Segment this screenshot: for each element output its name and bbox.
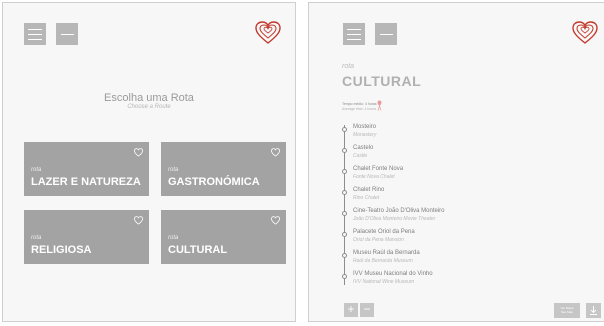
menu-button[interactable] — [343, 23, 365, 45]
stop-marker — [342, 211, 347, 216]
list-item[interactable]: Museu Raúl da Bernarda Raúl da Bernarda … — [342, 250, 602, 272]
route-tile-gastronomy[interactable]: rota GASTRONÓMICA — [161, 142, 286, 196]
choose-route-subheading: Choose a Route — [127, 104, 171, 110]
stop-name: Chalet Fonte Nova — [353, 166, 404, 172]
route-prefix: rota — [342, 63, 355, 70]
route-name: RELIGIOSA — [31, 244, 92, 256]
stop-marker — [342, 190, 347, 195]
stop-name: Palacete Oriol da Pena — [353, 229, 415, 235]
heart-logo-icon — [572, 21, 598, 44]
stop-name-en: Oriol da Pena Mansion — [353, 237, 404, 243]
stop-marker — [342, 253, 347, 258]
list-item[interactable]: Mosteiro Monastery — [342, 124, 602, 146]
route-selection-screen: Escolha uma Rota Choose a Route rota LAZ… — [2, 2, 296, 322]
stop-name: Museu Raúl da Bernarda — [353, 250, 420, 256]
route-name: LAZER E NATUREZA — [31, 176, 141, 188]
list-item[interactable]: Cine-Teatro João D'Oliva Monteiro João D… — [342, 208, 602, 230]
list-item[interactable]: IVV Museu Nacional do Vinho IVV National… — [342, 271, 602, 293]
stop-name-en: Castle — [353, 153, 368, 159]
stop-name-en: Rino Chalet — [353, 195, 380, 201]
back-button[interactable] — [375, 23, 397, 45]
stop-marker — [342, 169, 347, 174]
see-map-button[interactable]: Ver Mapa See Map — [554, 303, 580, 318]
stop-name: Chalet Rino — [353, 187, 385, 193]
download-icon — [590, 306, 597, 315]
stop-name: Castelo — [353, 145, 374, 151]
average-time: Tempo médio: 4 horas — [342, 102, 377, 106]
route-detail-screen: rota CULTURAL Tempo médio: 4 horas Avera… — [308, 2, 604, 322]
stop-name-en: Monastery — [353, 132, 377, 138]
stop-name-en: João D'Oliva Monteiro Movie Theater — [353, 216, 436, 222]
heart-small-icon — [271, 216, 280, 225]
stop-marker — [342, 274, 347, 279]
list-item[interactable]: Chalet Fonte Nova Fonte Nova Chalet — [342, 166, 602, 188]
route-title: CULTURAL — [342, 73, 422, 89]
route-prefix: rota — [31, 167, 42, 173]
stop-name: Mosteiro — [353, 124, 377, 130]
stop-name: Cine-Teatro João D'Oliva Monteiro — [353, 208, 445, 214]
stop-name-en: Raúl da Bernarda Museum — [353, 258, 413, 264]
average-time-en: Average time: 4 hours — [342, 107, 377, 111]
route-tile-cultural[interactable]: rota CULTURAL — [161, 210, 286, 264]
route-prefix: rota — [168, 167, 179, 173]
stop-name-en: IVV National Wine Museum — [353, 279, 415, 285]
choose-route-heading: Escolha uma Rota — [104, 92, 194, 104]
heart-logo-icon — [255, 21, 281, 44]
route-tile-leisure-nature[interactable]: rota LAZER E NATUREZA — [24, 142, 149, 196]
zoom-in-button[interactable]: + — [344, 303, 358, 317]
stop-name: IVV Museu Nacional do Vinho — [353, 271, 433, 277]
stop-name-en: Fonte Nova Chalet — [353, 174, 395, 180]
route-name: CULTURAL — [168, 244, 228, 256]
zoom-out-button[interactable]: − — [360, 303, 374, 317]
list-item[interactable]: Palacete Oriol da Pena Oriol da Pena Man… — [342, 229, 602, 251]
heart-small-icon — [271, 148, 280, 157]
heart-small-icon — [134, 148, 143, 157]
see-map-label: Ver Mapa See Map — [560, 306, 574, 314]
route-tile-religious[interactable]: rota RELIGIOSA — [24, 210, 149, 264]
stop-marker — [342, 232, 347, 237]
list-item[interactable]: Castelo Castle — [342, 145, 602, 167]
route-prefix: rota — [31, 235, 42, 241]
back-button[interactable] — [56, 23, 78, 45]
heart-small-icon — [134, 216, 143, 225]
stop-marker — [342, 148, 347, 153]
location-pin-icon — [377, 100, 382, 111]
menu-button[interactable] — [24, 23, 46, 45]
route-prefix: rota — [168, 235, 179, 241]
list-item[interactable]: Chalet Rino Rino Chalet — [342, 187, 602, 209]
stop-marker — [342, 127, 347, 132]
route-name: GASTRONÓMICA — [168, 176, 260, 188]
download-button[interactable] — [586, 303, 601, 318]
